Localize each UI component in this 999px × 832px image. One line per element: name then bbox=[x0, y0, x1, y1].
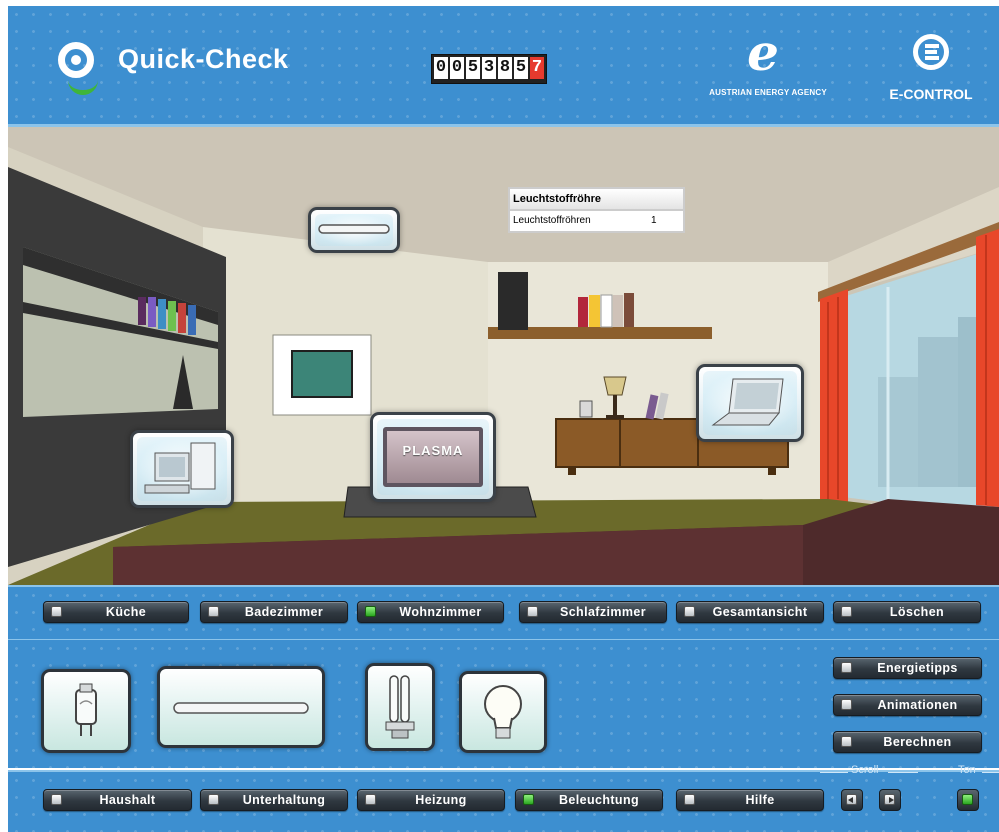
sound-label: Ton bbox=[958, 764, 976, 776]
room-badezimmer-led-icon bbox=[208, 606, 219, 617]
room-wohnzimmer-active-led-icon bbox=[365, 606, 376, 617]
calculate-led-icon bbox=[841, 736, 852, 747]
room-button-kueche[interactable]: Küche bbox=[43, 601, 189, 623]
sound-divider-right bbox=[982, 772, 999, 773]
device-plasma-tv[interactable]: PLASMA bbox=[370, 412, 496, 502]
room-button-label: Schlafzimmer bbox=[559, 605, 647, 619]
room-navigation-bar: Küche Badezimmer Wohnzimmer Schlafzimmer… bbox=[8, 585, 999, 642]
scroll-left-button[interactable] bbox=[841, 789, 863, 811]
e-control-text: E-CONTROL bbox=[889, 86, 973, 102]
e-control-logo: E-CONTROL bbox=[866, 28, 996, 108]
device-laptop[interactable] bbox=[696, 364, 804, 442]
fluorescent-tube-icon bbox=[318, 224, 390, 234]
category-navigation-bar: Scroll Ton Haushalt Unterhaltung Heizung… bbox=[8, 764, 999, 832]
counter-digit: 7 bbox=[530, 57, 544, 79]
calculate-button[interactable]: Berechnen bbox=[833, 731, 982, 753]
quick-check-app: Quick-Check 0 0 5 3 8 5 7 e AUSTRIAN ENE… bbox=[0, 0, 999, 832]
energy-tips-led-icon bbox=[841, 662, 852, 673]
room-button-label: Gesamtansicht bbox=[712, 605, 808, 619]
delete-led-icon bbox=[841, 606, 852, 617]
energy-saving-bulb-icon bbox=[385, 675, 415, 739]
e-control-mark-icon bbox=[913, 34, 949, 70]
sound-toggle[interactable] bbox=[957, 789, 979, 811]
room-button-badezimmer[interactable]: Badezimmer bbox=[200, 601, 348, 623]
device-info-popup: Leuchtstoffröhre Leuchtstoffröhren 1 bbox=[508, 187, 685, 233]
room-button-gesamtansicht[interactable]: Gesamtansicht bbox=[676, 601, 824, 623]
device-fluorescent-tube-selector[interactable] bbox=[157, 666, 325, 748]
header: Quick-Check 0 0 5 3 8 5 7 e AUSTRIAN ENE… bbox=[8, 6, 999, 127]
category-button-label: Beleuchtung bbox=[558, 793, 640, 807]
scroll-divider-right bbox=[888, 772, 918, 773]
counter-digit: 5 bbox=[514, 57, 528, 79]
category-button-heizung[interactable]: Heizung bbox=[357, 789, 505, 811]
fluorescent-tube-icon bbox=[173, 702, 309, 714]
incandescent-bulb-icon bbox=[484, 685, 522, 739]
device-selection-bar: Energietipps Animationen Berechnen bbox=[8, 640, 999, 768]
scroll-right-button[interactable] bbox=[879, 789, 901, 811]
category-button-label: Heizung bbox=[415, 793, 467, 807]
popup-item-count: 1 bbox=[651, 215, 657, 226]
room-kueche-led-icon bbox=[51, 606, 62, 617]
animations-led-icon bbox=[841, 699, 852, 710]
room-button-schlafzimmer[interactable]: Schlafzimmer bbox=[519, 601, 667, 623]
counter-digit: 8 bbox=[498, 57, 512, 79]
help-button-label: Hilfe bbox=[745, 793, 775, 807]
category-button-beleuchtung[interactable]: Beleuchtung bbox=[515, 789, 663, 811]
arrow-right-icon bbox=[889, 797, 894, 803]
arrow-left-icon bbox=[848, 797, 853, 803]
counter-digit: 3 bbox=[482, 57, 496, 79]
halogen-bulb-icon bbox=[75, 683, 97, 736]
scroll-label: Scroll bbox=[851, 764, 879, 776]
room-button-label: Wohnzimmer bbox=[399, 605, 482, 619]
room-gesamtansicht-led-icon bbox=[684, 606, 695, 617]
popup-title: Leuchtstoffröhre bbox=[508, 187, 685, 211]
delete-button-label: Löschen bbox=[889, 605, 945, 619]
computer-icon bbox=[144, 442, 216, 494]
energy-tips-button[interactable]: Energietipps bbox=[833, 657, 982, 679]
room-button-label: Badezimmer bbox=[244, 605, 324, 619]
category-beleuchtung-active-led-icon bbox=[523, 794, 534, 805]
category-button-label: Haushalt bbox=[99, 793, 156, 807]
counter-digit: 0 bbox=[434, 57, 448, 79]
category-heizung-led-icon bbox=[365, 794, 376, 805]
help-button[interactable]: Hilfe bbox=[676, 789, 824, 811]
device-incandescent-bulb[interactable] bbox=[459, 671, 547, 753]
energy-agency-text: AUSTRIAN ENERGY AGENCY bbox=[709, 88, 827, 97]
living-room-scene: PLASMA Leuchtstoffröhre Leuchtstoffröhre… bbox=[8, 127, 999, 585]
app-title: Quick-Check bbox=[118, 44, 289, 74]
austrian-energy-agency-logo: e AUSTRIAN ENERGY AGENCY bbox=[698, 28, 838, 108]
device-energy-saving-bulb[interactable] bbox=[365, 663, 435, 751]
device-fluorescent-tube[interactable] bbox=[308, 207, 400, 253]
counter-digit: 5 bbox=[466, 57, 480, 79]
energy-agency-mark-icon: e bbox=[747, 23, 779, 82]
plasma-label: PLASMA bbox=[402, 443, 464, 458]
logo-ring-icon bbox=[58, 42, 94, 78]
scroll-divider-left bbox=[820, 772, 848, 773]
room-button-wohnzimmer[interactable]: Wohnzimmer bbox=[357, 601, 504, 623]
logo-leaf-icon bbox=[68, 80, 98, 95]
device-halogen-bulb[interactable] bbox=[41, 669, 131, 753]
category-unterhaltung-led-icon bbox=[208, 794, 219, 805]
room-illustration bbox=[8, 127, 999, 585]
animations-label: Animationen bbox=[877, 698, 958, 712]
calculate-label: Berechnen bbox=[883, 735, 952, 749]
category-haushalt-led-icon bbox=[51, 794, 62, 805]
category-button-haushalt[interactable]: Haushalt bbox=[43, 789, 192, 811]
room-schlafzimmer-led-icon bbox=[527, 606, 538, 617]
popup-item-row[interactable]: Leuchtstoffröhren 1 bbox=[508, 211, 685, 233]
popup-item-label: Leuchtstoffröhren bbox=[513, 215, 591, 226]
sound-on-led-icon bbox=[962, 794, 973, 805]
delete-button[interactable]: Löschen bbox=[833, 601, 981, 623]
animations-button[interactable]: Animationen bbox=[833, 694, 982, 716]
laptop-icon bbox=[711, 378, 784, 426]
counter-digit: 0 bbox=[450, 57, 464, 79]
energy-counter: 0 0 5 3 8 5 7 bbox=[431, 54, 547, 84]
category-button-label: Unterhaltung bbox=[242, 793, 326, 807]
help-led-icon bbox=[684, 794, 695, 805]
quick-check-logo: Quick-Check bbox=[52, 36, 352, 100]
category-button-unterhaltung[interactable]: Unterhaltung bbox=[200, 789, 348, 811]
device-computer[interactable] bbox=[130, 430, 234, 508]
energy-tips-label: Energietipps bbox=[877, 661, 958, 675]
room-button-label: Küche bbox=[105, 605, 147, 619]
